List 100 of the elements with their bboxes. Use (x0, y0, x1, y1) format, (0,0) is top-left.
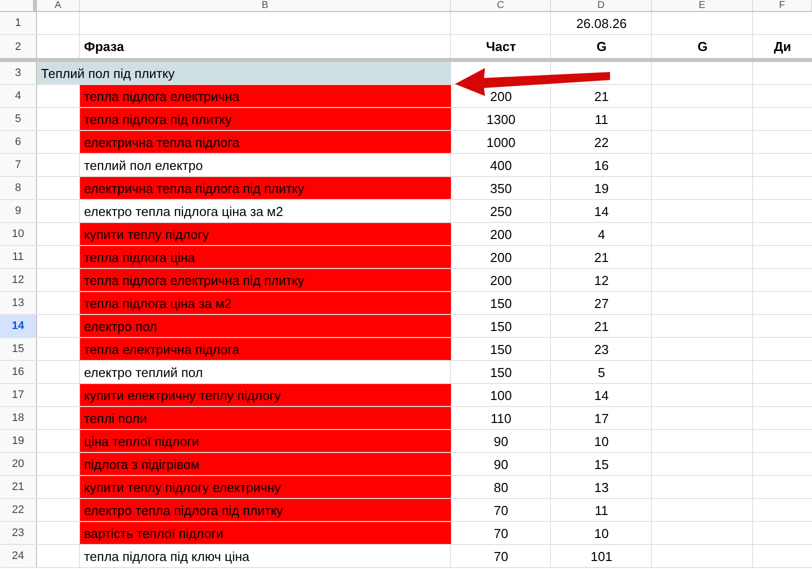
frequency-cell-text: 1300 (486, 110, 516, 128)
frequency-cell-text: 250 (489, 202, 513, 220)
frequency-cell-text: 110 (490, 410, 512, 428)
table-cell-text: 10 (593, 432, 610, 450)
phrase-cell: купити теплу підлогу (80, 223, 451, 245)
header-cell-text: G (595, 38, 608, 56)
phrase-cell: електрична тепла підлога під плитку (80, 177, 451, 199)
row-number[interactable]: 20 (0, 453, 37, 475)
frequency-cell-text: 150 (489, 340, 513, 358)
table-cell-text: 17 (593, 410, 610, 428)
row-number[interactable]: 23 (0, 522, 37, 544)
row-number[interactable]: 16 (0, 361, 37, 383)
table-cell-text: 10 (593, 524, 610, 542)
row-number[interactable]: 6 (0, 131, 37, 153)
table-cell-text: 14 (593, 386, 610, 404)
phrase-cell: підлога з підігрівом (80, 453, 451, 475)
frequency-cell-text: 1000 (486, 134, 516, 152)
column-header[interactable]: D (551, 0, 652, 11)
row-number[interactable]: 15 (0, 338, 37, 360)
table-cell-text: 21 (593, 88, 610, 106)
frequency-cell-text: 200 (489, 248, 513, 266)
row-number[interactable]: 9 (0, 200, 37, 222)
date-cell-text: 26.08.26 (575, 14, 628, 32)
table-cell-text: 14 (593, 202, 610, 220)
header-cell-text: Част (485, 38, 517, 56)
row-number[interactable]: 1 (0, 12, 37, 34)
table-cell-text: 23 (593, 340, 610, 358)
frequency-cell-text: 150 (489, 364, 513, 382)
phrase-cell: тепла підлога ціна за м2 (80, 292, 451, 314)
phrase-cell-text: теплий пол електро (83, 156, 204, 175)
row-number[interactable]: 17 (0, 384, 37, 406)
phrase-cell: тепла підлога під плитку (80, 108, 451, 130)
phrase-cell: тепла електрична підлога (80, 338, 451, 360)
table-cell-text: 5 (596, 364, 606, 382)
group-cell: Теплий пол під плитку (37, 62, 451, 84)
table-cell-text: 15 (593, 456, 610, 474)
column-header[interactable]: A (37, 0, 80, 11)
phrase-cell-text: електро теплий пол (83, 364, 204, 382)
phrase-cell: вартість теплої підлоги (80, 522, 451, 544)
phrase-cell-text: тепла підлога під ключ ціна (83, 548, 250, 566)
row-number[interactable]: 13 (0, 292, 37, 314)
phrase-cell: тепла підлога електрична (80, 85, 451, 107)
table-cell-text: 101 (590, 548, 614, 566)
row-number[interactable]: 10 (0, 223, 37, 245)
column-header[interactable]: C (451, 0, 551, 11)
frequency-cell-text: 90 (492, 432, 510, 450)
phrase-cell: тепла підлога електрична під плитку (80, 269, 451, 291)
table-cell-text: 4 (596, 226, 606, 244)
row-number[interactable]: 18 (0, 407, 37, 429)
frequency-cell-text: 200 (489, 272, 513, 290)
frequency-cell-text: 350 (489, 180, 513, 198)
row-number[interactable]: 24 (0, 545, 37, 567)
table-cell-text: 11 (594, 110, 610, 128)
phrase-cell: електрична тепла підлога (80, 131, 451, 153)
table-cell-text: 21 (593, 318, 610, 336)
table-cell-text: 13 (593, 478, 610, 496)
frequency-cell-text: 100 (489, 386, 513, 404)
frequency-cell-text: 200 (489, 226, 513, 244)
frequency-cell-text: 400 (489, 156, 513, 174)
frequency-cell-text: 90 (492, 456, 510, 474)
header-cell-text: Ди (772, 38, 792, 56)
frequency-cell-text: 80 (492, 478, 510, 496)
row-number[interactable]: 22 (0, 499, 37, 521)
row-number[interactable]: 14 (0, 315, 37, 337)
column-header[interactable]: E (652, 0, 753, 11)
row-number[interactable]: 12 (0, 269, 37, 291)
row-number[interactable]: 8 (0, 177, 37, 199)
table-cell-text: 27 (593, 294, 610, 312)
frequency-cell-text: 200 (489, 88, 513, 106)
row-number[interactable]: 7 (0, 154, 37, 176)
table-cell-text: 11 (594, 502, 610, 520)
phrase-cell: тепла підлога ціна (80, 246, 451, 268)
table-cell-text: 16 (593, 156, 610, 174)
phrase-cell: купити теплу підлогу електричну (80, 476, 451, 498)
header-cell-text: G (696, 38, 709, 56)
frequency-cell-text: 70 (492, 502, 510, 520)
phrase-cell: електро пол (80, 315, 451, 337)
phrase-cell-text: електро тепла підлога ціна за м2 (83, 202, 284, 221)
frequency-cell-text: 70 (492, 548, 510, 566)
column-header[interactable]: B (80, 0, 451, 11)
row-number[interactable]: 3 (0, 62, 37, 84)
frequency-cell-text: 150 (489, 294, 513, 312)
table-cell-text: 19 (593, 180, 610, 198)
row-number[interactable]: 2 (0, 35, 37, 58)
table-cell-text: 22 (593, 134, 610, 152)
row-number[interactable]: 19 (0, 430, 37, 452)
table-cell-text: 21 (593, 248, 610, 266)
frequency-cell-text: 70 (492, 524, 510, 542)
row-number[interactable]: 11 (0, 246, 37, 268)
row-number[interactable]: 4 (0, 85, 37, 107)
table-cell-text: 12 (593, 272, 610, 290)
phrase-cell: електро тепла підлога під плитку (80, 499, 451, 521)
phrase-cell: теплі поли (80, 407, 451, 429)
header-cell-text: Фраза (83, 38, 125, 56)
phrase-cell: купити електричну теплу підлогу (80, 384, 451, 406)
row-number[interactable]: 21 (0, 476, 37, 498)
column-header[interactable]: F (753, 0, 812, 11)
phrase-cell: ціна теплої підлоги (80, 430, 451, 452)
row-number[interactable]: 5 (0, 108, 37, 130)
frequency-cell-text: 150 (489, 318, 513, 336)
